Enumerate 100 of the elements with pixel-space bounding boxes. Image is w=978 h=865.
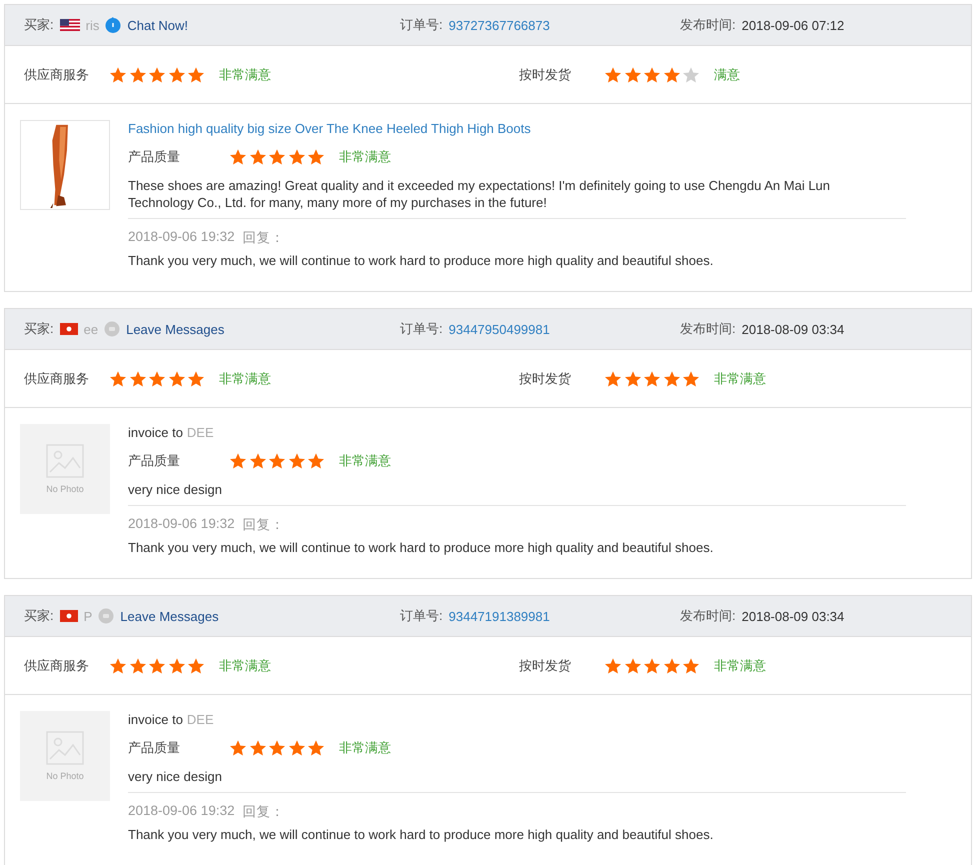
star-icon (168, 66, 186, 84)
star-icon (682, 370, 700, 388)
star-icon (128, 656, 146, 674)
reply-date: 2018-09-06 19:32 (128, 229, 235, 246)
star-icon (604, 370, 622, 388)
star-icon (168, 656, 186, 674)
star-icon (128, 66, 146, 84)
order-number: 93447950499981 (448, 322, 550, 336)
star-icon (288, 739, 306, 757)
star-icon (268, 739, 286, 757)
star-icon (248, 452, 266, 470)
star-icon (307, 739, 325, 757)
star-icon (643, 66, 661, 84)
star-icon (109, 66, 127, 84)
star-icon (268, 452, 286, 470)
star-icon (288, 452, 306, 470)
message-icon (104, 321, 120, 337)
rating-label: 供应商服务 (24, 66, 90, 84)
review-comment: These shoes are amazing! Great quality and it exceeded my expectations! I'm definitely going to use Chengdu An Mai Lun Technology Co., Ltd. for many, many more of my purchases in the future! (128, 177, 832, 211)
rating-label: 按时发货 (519, 656, 572, 674)
reply-date: 2018-09-06 19:32 (128, 516, 235, 533)
buyer-name: ee (84, 322, 98, 336)
rating-label: 产品质量 (128, 452, 181, 470)
star-icon (307, 452, 325, 470)
star-icon (307, 148, 325, 166)
rating-verdict: 非常满意 (339, 452, 391, 470)
published-time: 2018-09-06 07:12 (742, 18, 844, 32)
star-icon (682, 656, 700, 674)
invoice-note: invoice to (128, 711, 183, 729)
review-comment: very nice design (128, 481, 223, 498)
seller-reply: Thank you very much, we will continue to work hard to produce more high quality and beautiful shoes. (128, 539, 714, 556)
star-icon (109, 656, 127, 674)
star-icon (643, 656, 661, 674)
rating-label: 供应商服务 (24, 656, 90, 674)
buyer-label: 买家: (24, 16, 54, 34)
rating-verdict: 非常满意 (219, 370, 271, 388)
message-icon (98, 608, 114, 624)
star-icon (624, 66, 642, 84)
leave-messages-link[interactable]: Leave Messages (126, 322, 224, 336)
star-icon (682, 66, 700, 84)
star-icon (229, 452, 247, 470)
rating-label: 按时发货 (519, 370, 572, 388)
rating-verdict: 非常满意 (219, 656, 271, 674)
order-label: 订单号: (400, 16, 443, 34)
buyer-label: 买家: (24, 607, 54, 625)
star-icon (643, 370, 661, 388)
star-icon (168, 370, 186, 388)
star-icon (109, 370, 127, 388)
star-icon (187, 370, 205, 388)
star-icon (187, 656, 205, 674)
chat-link[interactable]: Chat Now! (127, 18, 188, 32)
seller-reply: Thank you very much, we will continue to work hard to produce more high quality and beautiful shoes. (128, 252, 714, 269)
order-label: 订单号: (400, 607, 443, 625)
star-icon (288, 148, 306, 166)
order-number: 93727367766873 (448, 18, 550, 32)
published-time: 2018-08-09 03:34 (742, 322, 844, 336)
star-icon (148, 656, 166, 674)
star-icon (604, 656, 622, 674)
rating-verdict: 非常满意 (714, 370, 766, 388)
review-comment: very nice design (128, 768, 223, 785)
star-icon (248, 148, 266, 166)
star-icon (662, 66, 680, 84)
buyer-name: ris (86, 18, 100, 32)
chat-icon (105, 17, 122, 33)
order-number: 93447191389981 (448, 608, 550, 624)
rating-verdict: 非常满意 (219, 66, 271, 84)
reply-label: 回复： (242, 803, 285, 821)
star-icon (187, 66, 205, 84)
buyer-label: 买家: (24, 320, 54, 338)
star-icon (229, 148, 247, 166)
star-icon (624, 370, 642, 388)
star-icon (148, 370, 166, 388)
product-title-link[interactable]: Fashion high quality big size Over The Knee Heeled Thigh High Boots (128, 120, 906, 138)
star-icon (268, 148, 286, 166)
rating-label: 供应商服务 (24, 370, 90, 388)
buyer-name: DEE (186, 711, 214, 729)
star-icon (248, 739, 266, 757)
star-icon (662, 370, 680, 388)
rating-verdict: 非常满意 (339, 148, 391, 166)
reply-label: 回复： (242, 516, 285, 534)
reply-date: 2018-09-06 19:32 (128, 803, 235, 820)
published-label: 发布时间: (680, 320, 736, 338)
no-photo-label: No Photo (46, 771, 84, 781)
rating-label: 按时发货 (519, 66, 572, 84)
rating-verdict: 非常满意 (339, 739, 391, 757)
order-label: 订单号: (400, 320, 443, 338)
rating-verdict: 满意 (714, 66, 740, 84)
reply-label: 回复： (242, 229, 285, 247)
star-icon (148, 66, 166, 84)
rating-label: 产品质量 (128, 739, 181, 757)
published-label: 发布时间: (680, 16, 736, 34)
no-photo-label: No Photo (46, 484, 84, 494)
star-icon (604, 66, 622, 84)
published-time: 2018-08-09 03:34 (742, 608, 844, 624)
seller-reply: Thank you very much, we will continue to work hard to produce more high quality and beautiful shoes. (128, 826, 714, 843)
published-label: 发布时间: (680, 607, 736, 625)
star-icon (229, 739, 247, 757)
buyer-name: P (84, 608, 92, 624)
star-icon (662, 656, 680, 674)
leave-messages-link[interactable]: Leave Messages (120, 608, 219, 624)
